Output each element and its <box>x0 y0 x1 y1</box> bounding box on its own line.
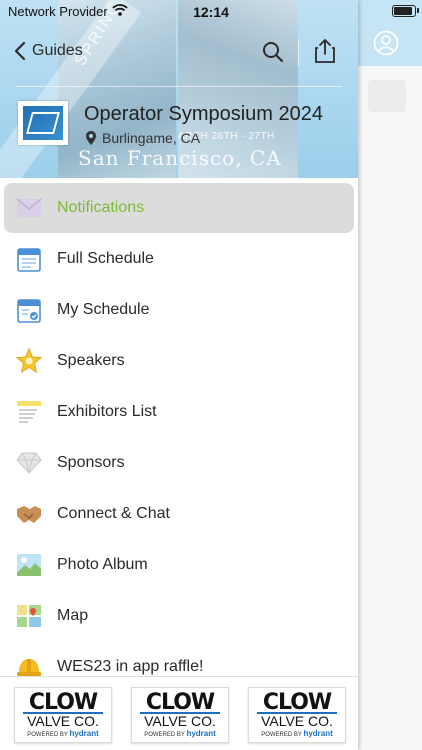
brand-label: hydrant <box>186 729 216 738</box>
event-header: SPRING 2024 ARCH 26TH - 27TH San Francis… <box>0 0 358 178</box>
menu-item-sponsors[interactable]: Sponsors <box>4 438 354 488</box>
back-label: Guides <box>32 42 83 59</box>
status-time: 12:14 <box>193 4 229 20</box>
menu-item-speakers[interactable]: Speakers <box>4 336 354 386</box>
menu-item-full-schedule[interactable]: Full Schedule <box>4 234 354 284</box>
menu-item-label: Map <box>57 607 89 624</box>
event-location-label: Burlingame, CA <box>102 130 201 146</box>
event-logo <box>18 101 68 145</box>
battery-icon <box>392 5 419 17</box>
menu-item-label: Sponsors <box>57 454 125 471</box>
envelope-icon <box>16 195 42 221</box>
event-title: Operator Symposium 2024 <box>84 103 324 125</box>
photo-icon <box>16 552 42 578</box>
diamond-icon <box>16 450 42 476</box>
menu-item-notifications[interactable]: Notifications <box>4 183 354 233</box>
menu-item-photo-album[interactable]: Photo Album <box>4 540 354 590</box>
menu-item-map[interactable]: Map <box>4 591 354 641</box>
divider <box>16 86 342 87</box>
brand-label: hydrant <box>303 729 333 738</box>
sponsor-name: CLOW <box>262 690 332 715</box>
search-icon[interactable] <box>262 41 284 63</box>
brand-label: hydrant <box>69 729 99 738</box>
sponsor-logo[interactable]: CLOW VALVE CO. POWERED BY hydrant <box>248 687 346 743</box>
chevron-left-icon <box>14 41 26 61</box>
banner-city: San Francisco, CA <box>78 146 282 170</box>
menu-item-label: Notifications <box>57 199 145 216</box>
menu-item-my-schedule[interactable]: My Schedule <box>4 285 354 335</box>
location-pin-icon <box>86 131 96 145</box>
background-screen <box>358 0 422 750</box>
menu-item-label: Full Schedule <box>57 250 154 267</box>
profile-icon[interactable] <box>373 30 399 56</box>
side-drawer: SPRING 2024 ARCH 26TH - 27TH San Francis… <box>0 0 358 750</box>
handshake-icon <box>16 501 42 527</box>
map-icon <box>16 603 42 629</box>
back-button[interactable]: Guides <box>14 41 83 61</box>
background-field <box>368 80 406 112</box>
menu-item-label: Connect & Chat <box>57 505 170 522</box>
sponsor-powered: POWERED BY hydrant <box>132 730 228 739</box>
menu-item-label: Exhibitors List <box>57 403 157 420</box>
menu-item-label: My Schedule <box>57 301 150 318</box>
sponsor-sub: VALVE CO. <box>27 713 99 729</box>
sponsor-logo[interactable]: CLOW VALVE CO. POWERED BY hydrant <box>131 687 229 743</box>
powered-label: POWERED BY <box>261 732 302 738</box>
event-location: Burlingame, CA <box>86 130 200 146</box>
sponsor-powered: POWERED BY hydrant <box>15 730 111 739</box>
sponsor-banner: CLOW VALVE CO. POWERED BY hydrant CLOW V… <box>0 676 358 750</box>
menu-item-label: WES23 in app raffle! <box>57 658 204 675</box>
powered-label: POWERED BY <box>144 732 185 738</box>
share-icon[interactable] <box>314 38 336 64</box>
calendar-icon <box>16 246 42 272</box>
sponsor-sub: VALVE CO. <box>144 713 216 729</box>
calendar-check-icon <box>16 297 42 323</box>
star-icon <box>16 348 42 374</box>
sponsor-sub: VALVE CO. <box>261 713 333 729</box>
sponsor-name: CLOW <box>28 690 98 715</box>
menu-item-label: Speakers <box>57 352 125 369</box>
menu-item-connect-chat[interactable]: Connect & Chat <box>4 489 354 539</box>
sponsor-powered: POWERED BY hydrant <box>249 730 345 739</box>
menu-item-label: Photo Album <box>57 556 148 573</box>
sponsor-logo[interactable]: CLOW VALVE CO. POWERED BY hydrant <box>14 687 112 743</box>
sponsor-name: CLOW <box>145 690 215 715</box>
menu-item-exhibitors-list[interactable]: Exhibitors List <box>4 387 354 437</box>
divider <box>298 40 299 66</box>
list-icon <box>16 399 42 425</box>
powered-label: POWERED BY <box>27 732 68 738</box>
